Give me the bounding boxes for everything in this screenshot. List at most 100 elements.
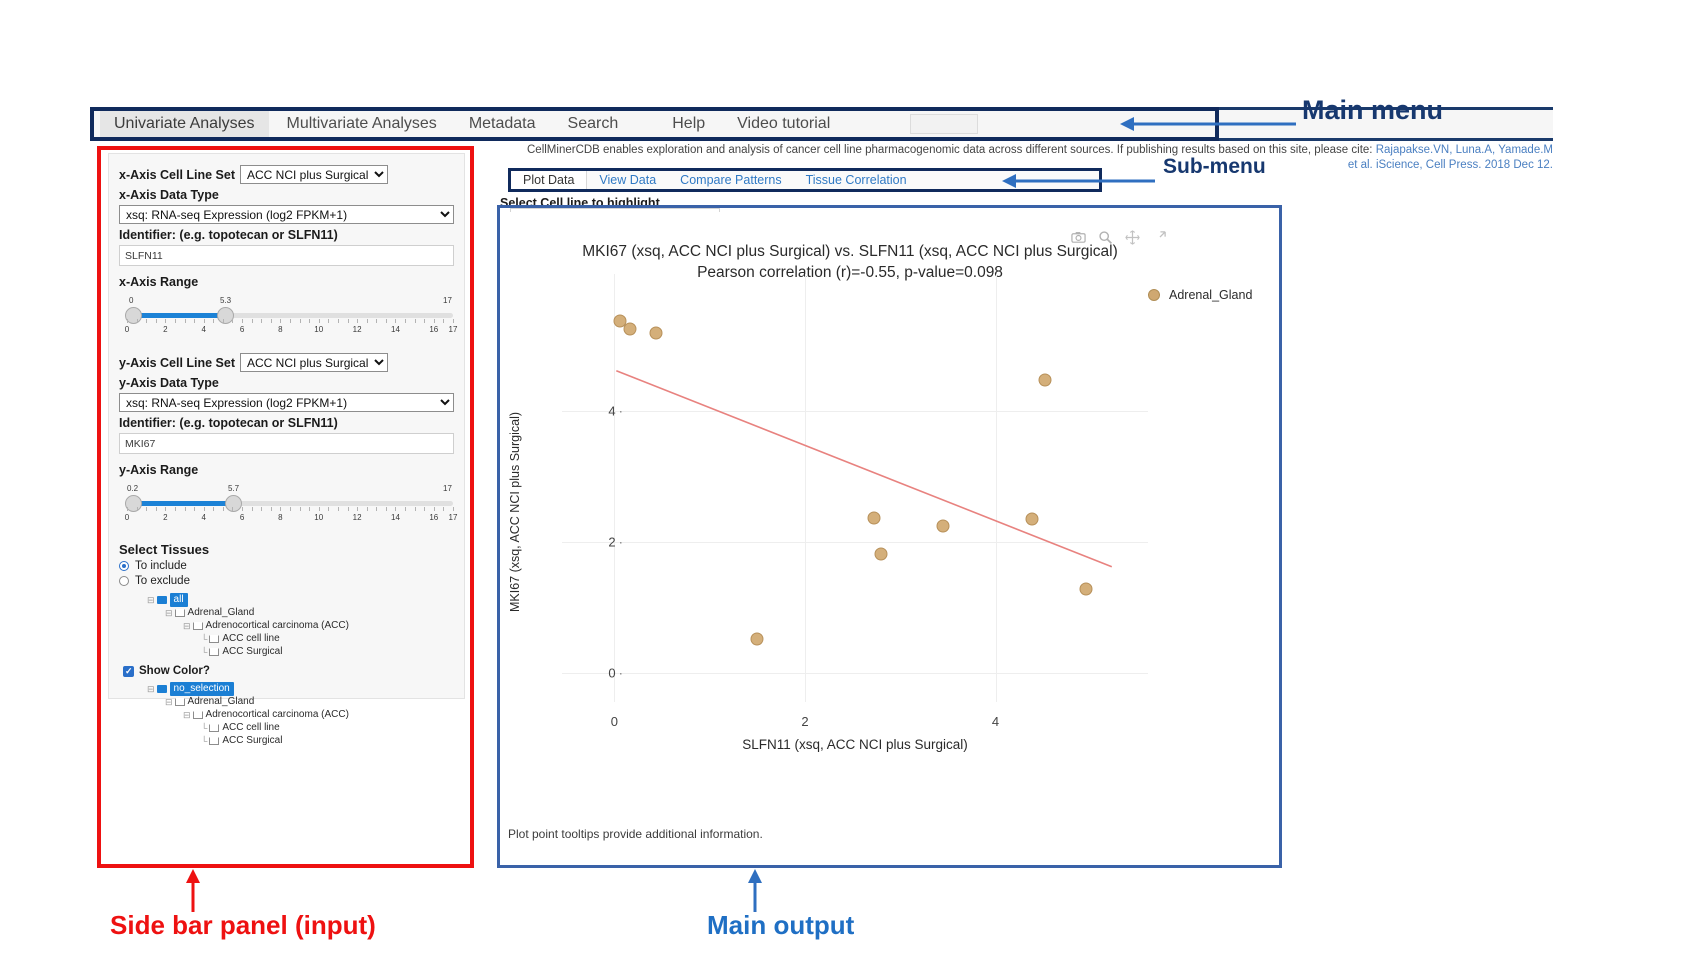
tree-node[interactable]: ⊟ Adrenocortical carcinoma (ACC) bbox=[137, 708, 454, 721]
checkbox-icon bbox=[123, 665, 134, 678]
citation-authors[interactable]: Rajapakse.VN, Luna.A, Yamade.M bbox=[1376, 144, 1553, 156]
x-tick-label: 4 bbox=[991, 714, 1000, 729]
plotly-modebar[interactable] bbox=[1071, 230, 1167, 245]
x-slider-high-value: 5.3 bbox=[220, 296, 232, 305]
sidebar-panel: x-Axis Cell Line Set ACC NCI plus Surgic… bbox=[108, 153, 465, 746]
trendline-svg bbox=[616, 369, 1113, 568]
folder-icon bbox=[209, 736, 220, 745]
citation-line2[interactable]: et al. iScience, Cell Press. 2018 Dec 12… bbox=[1348, 159, 1553, 171]
data-point[interactable] bbox=[649, 326, 663, 340]
x-slider-low-value: 0 bbox=[129, 296, 134, 305]
x-range-label: x-Axis Range bbox=[119, 275, 199, 289]
x-slider-fill bbox=[133, 313, 225, 318]
y-cellline-select[interactable]: ACC NCI plus Surgical bbox=[240, 353, 389, 372]
tree-expander-icon[interactable]: ⊟ bbox=[183, 708, 191, 722]
x-slider-tick-labels: 0 2 4 6 8 10 12 14 16 17 bbox=[124, 325, 458, 334]
annotation-main-output: Main output bbox=[707, 910, 855, 940]
tree-expander-icon[interactable]: └ bbox=[201, 632, 207, 646]
data-point[interactable] bbox=[874, 547, 888, 561]
x-datatype-label: x-Axis Data Type bbox=[119, 188, 219, 202]
x-identifier-input[interactable] bbox=[119, 245, 454, 266]
radio-include-label: To include bbox=[135, 560, 187, 572]
annotation-sub-menu: Sub-menu bbox=[1163, 155, 1266, 178]
camera-icon[interactable] bbox=[1071, 230, 1086, 245]
x-identifier-label: Identifier: (e.g. topotecan or SLFN11) bbox=[119, 228, 338, 242]
x-tick-label: 0 bbox=[610, 714, 619, 729]
tree-node[interactable]: ⊟ all bbox=[137, 592, 454, 607]
menu-item-univariate-analyses[interactable]: Univariate Analyses bbox=[100, 110, 269, 138]
y-cellline-label: y-Axis Cell Line Set bbox=[119, 355, 236, 370]
legend-marker-adrenal-gland bbox=[1148, 289, 1160, 301]
tissue-tree-include[interactable]: ⊟ all ⊟ Adrenal_Gland ⊟ Adrenocortical carcin… bbox=[137, 592, 454, 658]
tree-expander-icon[interactable]: └ bbox=[201, 734, 207, 748]
data-point[interactable] bbox=[623, 322, 637, 336]
tab-compare-patterns[interactable]: Compare Patterns bbox=[668, 171, 793, 189]
reset-axes-icon[interactable] bbox=[1152, 230, 1167, 245]
menu-search-input[interactable] bbox=[910, 114, 979, 134]
data-point[interactable] bbox=[750, 632, 764, 646]
data-point[interactable] bbox=[1079, 582, 1093, 596]
radio-to-include[interactable]: To include bbox=[119, 560, 454, 572]
tree-node[interactable]: └ ACC cell line bbox=[137, 721, 454, 734]
zoom-icon[interactable] bbox=[1098, 230, 1113, 245]
data-point[interactable] bbox=[1025, 512, 1039, 526]
tree-expander-icon[interactable]: └ bbox=[201, 645, 207, 659]
tree-node[interactable]: ⊟ Adrenal_Gland bbox=[137, 695, 454, 708]
tissue-tree-exclude[interactable]: ⊟ no_selection ⊟ Adrenal_Gland ⊟ Adrenocortic… bbox=[137, 681, 454, 747]
tree-node[interactable]: └ ACC cell line bbox=[137, 632, 454, 645]
x-cellline-row: x-Axis Cell Line Set ACC NCI plus Surgic… bbox=[119, 165, 454, 184]
tree-node[interactable]: └ ACC Surgical bbox=[137, 734, 454, 747]
tree-expander-icon[interactable]: ⊟ bbox=[165, 695, 173, 709]
tree-node-label: Adrenocortical carcinoma (ACC) bbox=[205, 619, 349, 631]
tree-node[interactable]: └ ACC Surgical bbox=[137, 645, 454, 658]
plot-canvas[interactable] bbox=[562, 274, 1148, 702]
arrow-main-menu bbox=[1120, 117, 1296, 131]
menu-item-help[interactable]: Help bbox=[658, 110, 719, 138]
menu-item-multivariate-analyses[interactable]: Multivariate Analyses bbox=[273, 110, 451, 138]
x-slider-max-value: 17 bbox=[443, 296, 452, 305]
tab-view-data[interactable]: View Data bbox=[587, 171, 668, 189]
x-tick-label: 2 bbox=[801, 714, 809, 729]
data-point[interactable] bbox=[1038, 373, 1052, 387]
x-range-slider[interactable]: 0 5.3 17 0 2 4 6 8 10 12 14 16 17 bbox=[121, 294, 459, 340]
tree-node-label: all bbox=[169, 592, 188, 607]
tree-expander-icon[interactable]: └ bbox=[201, 721, 207, 735]
y-axis-label: MKI67 (xsq, ACC NCI plus Surgical) bbox=[508, 411, 522, 613]
x-datatype-select[interactable]: xsq: RNA-seq Expression (log2 FPKM+1) bbox=[119, 205, 454, 224]
y-range-slider[interactable]: 0.2 5.7 17 0 2 4 6 8 10 12 14 16 17 bbox=[121, 482, 459, 528]
folder-icon bbox=[156, 684, 167, 693]
y-slider-low-value: 0.2 bbox=[127, 484, 139, 493]
tree-expander-icon[interactable]: ⊟ bbox=[147, 682, 155, 696]
tab-tissue-correlation[interactable]: Tissue Correlation bbox=[794, 171, 919, 189]
folder-icon bbox=[209, 723, 220, 732]
tab-plot-data[interactable]: Plot Data bbox=[511, 171, 588, 189]
tree-node[interactable]: ⊟ Adrenocortical carcinoma (ACC) bbox=[137, 619, 454, 632]
y-range-label: y-Axis Range bbox=[119, 463, 199, 477]
y-identifier-label: Identifier: (e.g. topotecan or SLFN11) bbox=[119, 416, 338, 430]
scatter-plot: MKI67 (xsq, ACC NCI plus Surgical) vs. S… bbox=[500, 212, 1279, 832]
tree-expander-icon[interactable]: ⊟ bbox=[183, 619, 191, 633]
menu-item-search[interactable]: Search bbox=[554, 110, 633, 138]
tree-node[interactable]: ⊟ Adrenal_Gland bbox=[137, 606, 454, 619]
x-cellline-select[interactable]: ACC NCI plus Surgical bbox=[240, 165, 389, 184]
pan-icon[interactable] bbox=[1125, 230, 1140, 245]
y-slider-high-value: 5.7 bbox=[228, 484, 240, 493]
tree-node-label: no_selection bbox=[169, 681, 234, 696]
data-point[interactable] bbox=[936, 519, 950, 533]
menu-item-video-tutorial[interactable]: Video tutorial bbox=[723, 110, 844, 138]
y-datatype-select[interactable]: xsq: RNA-seq Expression (log2 FPKM+1) bbox=[119, 393, 454, 412]
show-color-checkbox[interactable]: Show Color? bbox=[123, 665, 454, 678]
y-tick-label: 4 bbox=[608, 404, 623, 419]
tree-node-label: Adrenal_Gland bbox=[187, 695, 255, 707]
data-point[interactable] bbox=[867, 511, 881, 525]
tree-expander-icon[interactable]: ⊟ bbox=[147, 593, 155, 607]
tree-node[interactable]: ⊟ no_selection bbox=[137, 681, 454, 696]
y-identifier-input[interactable] bbox=[119, 433, 454, 454]
radio-to-exclude[interactable]: To exclude bbox=[119, 575, 454, 587]
tree-expander-icon[interactable]: ⊟ bbox=[165, 606, 173, 620]
y-datatype-label: y-Axis Data Type bbox=[119, 376, 219, 390]
menu-item-metadata[interactable]: Metadata bbox=[455, 110, 550, 138]
folder-icon bbox=[174, 608, 185, 617]
tree-node-label: ACC cell line bbox=[222, 632, 280, 644]
plot-legend[interactable]: Adrenal_Gland bbox=[1148, 288, 1252, 302]
